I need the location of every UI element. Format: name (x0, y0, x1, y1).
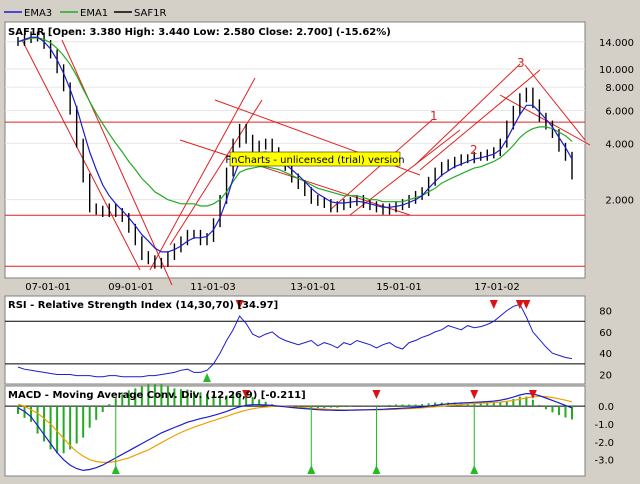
chart-canvas: EMA3 EMA1 SAF1R 07-01-01 09-01-01 11-01-… (4, 8, 634, 477)
y-tick-label: 14.000 (599, 38, 634, 49)
rsi-y-tick-label: 80 (599, 307, 612, 318)
wave-label-3: 3 (517, 56, 525, 70)
price-header: SAF1R [Open: 3.380 High: 3.440 Low: 2.58… (8, 27, 391, 38)
rsi-header: RSI - Relative Strength Index (14,30,70)… (8, 300, 278, 311)
wave-label-1: 1 (430, 109, 438, 123)
price-x-axis: 07-01-01 09-01-01 11-01-03 13-01-01 15-0… (25, 282, 519, 293)
macd-y-tick-label: 0.0 (598, 402, 614, 413)
rsi-y-tick-label: 40 (599, 349, 612, 360)
legend-saf1r-label: SAF1R (134, 8, 166, 19)
macd-y-tick-label: -3.0 (594, 456, 614, 467)
y-tick-label: 4.000 (605, 139, 634, 150)
price-panel (4, 21, 586, 279)
macd-y-tick-label: -1.0 (594, 420, 614, 431)
rsi-y-tick-label: 20 (599, 371, 612, 382)
x-tick-label: 07-01-01 (25, 282, 70, 293)
x-tick-label: 09-01-01 (108, 282, 153, 293)
legend-ema1-label: EMA1 (80, 8, 108, 19)
y-tick-label: 6.000 (605, 107, 634, 118)
x-tick-label: 15-01-01 (376, 282, 421, 293)
legend-ema3-label: EMA3 (24, 8, 52, 19)
rsi-y-tick-label: 60 (599, 328, 612, 339)
macd-header: MACD - Moving Average Conv. Div. (12,26,… (8, 390, 306, 401)
chart-window: EMA3 EMA1 SAF1R 07-01-01 09-01-01 11-01-… (0, 0, 640, 480)
macd-y-tick-label: -2.0 (594, 438, 614, 449)
x-tick-label: 17-01-02 (474, 282, 519, 293)
legend: EMA3 EMA1 SAF1R (4, 8, 166, 19)
wave-label-2: 2 (470, 143, 478, 157)
y-tick-label: 10.000 (599, 65, 634, 76)
x-tick-label: 11-01-03 (190, 282, 235, 293)
x-tick-label: 13-01-01 (290, 282, 335, 293)
watermark: FnCharts - unlicensed (trial) version (225, 155, 404, 166)
y-tick-label: 8.000 (605, 83, 634, 94)
y-tick-label: 2.000 (605, 196, 634, 207)
